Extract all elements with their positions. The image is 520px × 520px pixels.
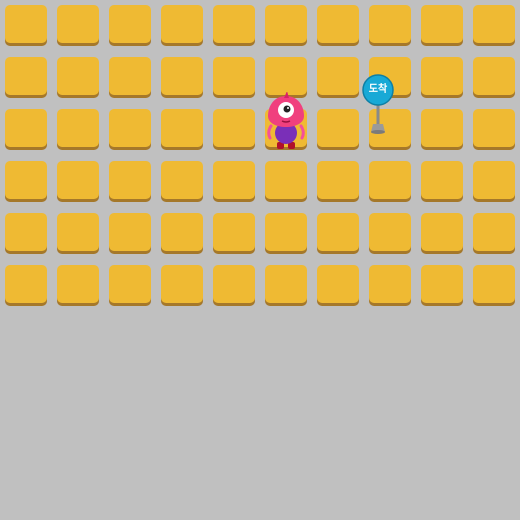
board-tile (421, 213, 463, 251)
board-tile (213, 265, 255, 303)
board-tile (317, 57, 359, 95)
board-tile (5, 161, 47, 199)
board-tile (109, 161, 151, 199)
board-tile (473, 109, 515, 147)
board-tile (317, 109, 359, 147)
board-tile (161, 265, 203, 303)
board-tile (317, 5, 359, 43)
board-tile (5, 213, 47, 251)
board-tile (213, 5, 255, 43)
board-tile (161, 213, 203, 251)
board-tile (57, 265, 99, 303)
game-board: 도착 (0, 0, 520, 520)
board-tile (473, 161, 515, 199)
board-tile (421, 57, 463, 95)
pink-one-eyed-monster-icon (267, 91, 305, 149)
goal-marker: 도착 (360, 72, 396, 134)
board-tile (317, 213, 359, 251)
board-tile (109, 5, 151, 43)
board-tile (369, 161, 411, 199)
board-tile (421, 5, 463, 43)
board-tile (265, 57, 307, 95)
board-tile (317, 161, 359, 199)
board-tile (265, 213, 307, 251)
board-tile (109, 57, 151, 95)
board-tile (421, 109, 463, 147)
board-tile (317, 265, 359, 303)
board-tile (57, 213, 99, 251)
board-tile (5, 109, 47, 147)
board-tile (161, 5, 203, 43)
board-tile (265, 5, 307, 43)
board-tile (109, 213, 151, 251)
board-tile (213, 213, 255, 251)
board-tile (57, 57, 99, 95)
board-tile (161, 161, 203, 199)
board-tile (161, 109, 203, 147)
board-tile (473, 57, 515, 95)
board-tile (473, 265, 515, 303)
board-tile (109, 265, 151, 303)
board-tile (161, 57, 203, 95)
board-tile (213, 57, 255, 95)
board-tile (265, 161, 307, 199)
monster-character (264, 91, 308, 152)
board-tile (5, 57, 47, 95)
board-tile (369, 213, 411, 251)
board-tile (213, 161, 255, 199)
board-tile (473, 213, 515, 251)
board-tile (5, 5, 47, 43)
board-tile (473, 5, 515, 43)
board-tile (57, 109, 99, 147)
board-tile (421, 161, 463, 199)
board-tile (265, 265, 307, 303)
arrival-sign-icon (362, 74, 394, 134)
board-tile (5, 265, 47, 303)
board-tile (57, 5, 99, 43)
board-tile (369, 5, 411, 43)
board-tile (369, 265, 411, 303)
board-tile (213, 109, 255, 147)
board-tile (57, 161, 99, 199)
board-tile (421, 265, 463, 303)
board-tile (109, 109, 151, 147)
